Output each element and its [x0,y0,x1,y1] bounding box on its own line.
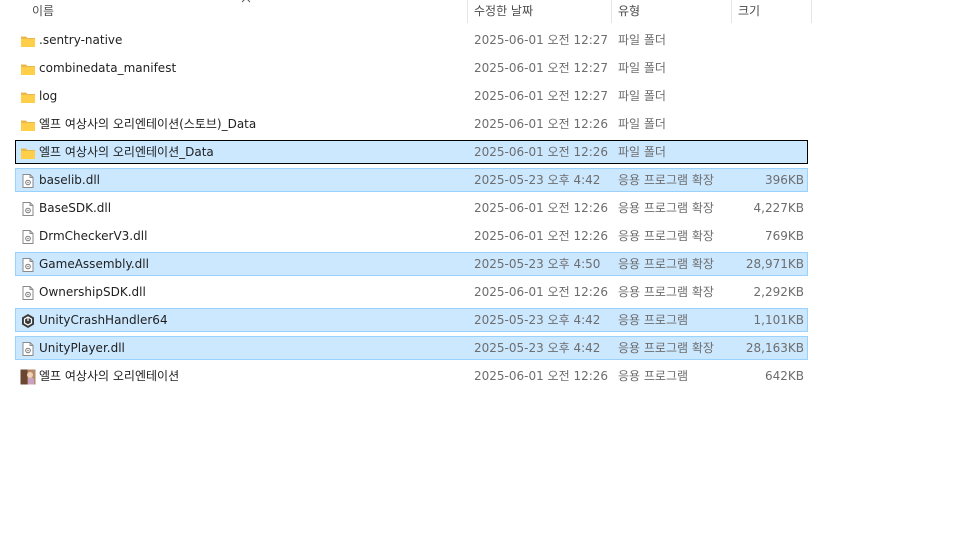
folder-icon [20,117,36,133]
file-size: 396KB [764,173,804,187]
file-name: OwnershipSDK.dll [39,285,146,299]
file-date-modified: 2025-05-23 오후 4:42 [474,173,601,187]
folder-icon [20,61,36,77]
folder-row[interactable]: combinedata_manifest 2025-06-01 오전 12:27 파… [15,56,808,80]
file-date-modified: 2025-06-01 오전 12:26 [474,117,609,131]
file-size: 28,163KB [745,341,804,355]
unity-app-icon [20,313,36,329]
column-header: 이름 수정한 날짜 유형 크기 [0,0,812,23]
file-size: 4,227KB [753,201,804,215]
folder-icon [20,89,36,105]
file-type: 파일 폴더 [618,117,666,131]
column-header-name[interactable]: 이름 [26,0,466,23]
file-row[interactable]: BaseSDK.dll 2025-06-01 오전 12:26 응용 프로그램 확장… [15,196,808,220]
folder-row[interactable]: .sentry-native 2025-06-01 오전 12:27 파일 폴더 [15,28,808,52]
folder-row[interactable]: log 2025-06-01 오전 12:27 파일 폴더 [15,84,808,108]
dll-icon [20,341,36,357]
file-type: 응용 프로그램 [618,369,689,383]
file-row[interactable]: UnityPlayer.dll 2025-05-23 오후 4:42 응용 프로그램… [15,336,808,360]
file-name: GameAssembly.dll [39,257,149,271]
file-date-modified: 2025-06-01 오전 12:26 [474,201,609,215]
file-type: 응용 프로그램 확장 [618,173,714,187]
file-type: 파일 폴더 [618,33,666,47]
file-size: 28,971KB [745,257,804,271]
file-date-modified: 2025-06-01 오전 12:26 [474,145,609,159]
dll-icon [20,201,36,217]
file-size: 2,292KB [753,285,804,299]
file-date-modified: 2025-05-23 오후 4:42 [474,341,601,355]
file-name: .sentry-native [39,33,123,47]
file-type: 응용 프로그램 확장 [618,341,714,355]
dll-icon [20,229,36,245]
file-date-modified: 2025-06-01 오전 12:26 [474,369,609,383]
file-date-modified: 2025-06-01 오전 12:27 [474,89,609,103]
file-name: 엘프 여상사의 오리엔테이션 [39,369,180,383]
file-size: 1,101KB [753,313,804,327]
file-type: 응용 프로그램 확장 [618,201,714,215]
folder-row[interactable]: 엘프 여상사의 오리엔테이션(스토브)_Data 2025-06-01 오전 12… [15,112,808,136]
file-date-modified: 2025-06-01 오전 12:27 [474,33,609,47]
file-name: log [39,89,58,103]
file-row[interactable]: OwnershipSDK.dll 2025-06-01 오전 12:26 응용 프로… [15,280,808,304]
file-row[interactable]: 엘프 여상사의 오리엔테이션 2025-06-01 오전 12:26 응용 프로그램… [15,364,808,388]
file-date-modified: 2025-06-01 오전 12:27 [474,61,609,75]
column-header-type[interactable]: 유형 [612,0,731,23]
file-size: 769KB [764,229,804,243]
folder-icon [20,33,36,49]
file-type: 응용 프로그램 [618,313,689,327]
file-name: 엘프 여상사의 오리엔테이션(스토브)_Data [39,117,257,131]
column-header-date[interactable]: 수정한 날짜 [468,0,611,23]
file-type: 파일 폴더 [618,61,666,75]
file-name: UnityPlayer.dll [39,341,125,355]
dll-icon [20,257,36,273]
folder-row[interactable]: 엘프 여상사의 오리엔테이션_Data 2025-06-01 오전 12:26 파일… [15,140,808,164]
file-date-modified: 2025-05-23 오후 4:42 [474,313,601,327]
file-row[interactable]: baselib.dll 2025-05-23 오후 4:42 응용 프로그램 확장 3… [15,168,808,192]
file-date-modified: 2025-06-01 오전 12:26 [474,285,609,299]
file-date-modified: 2025-06-01 오전 12:26 [474,229,609,243]
file-type: 파일 폴더 [618,89,666,103]
file-type: 응용 프로그램 확장 [618,285,714,299]
file-name: 엘프 여상사의 오리엔테이션_Data [39,145,214,159]
file-size: 642KB [764,369,804,383]
file-name: BaseSDK.dll [39,201,112,215]
dll-icon [20,285,36,301]
file-type: 응용 프로그램 확장 [618,257,714,271]
column-header-size[interactable]: 크기 [732,0,811,23]
file-name: UnityCrashHandler64 [39,313,168,327]
file-type: 파일 폴더 [618,145,666,159]
dll-icon [20,173,36,189]
column-divider[interactable] [811,0,812,23]
file-date-modified: 2025-05-23 오후 4:50 [474,257,601,271]
file-name: combinedata_manifest [39,61,177,75]
game-app-icon [20,369,36,385]
file-row[interactable]: UnityCrashHandler64 2025-05-23 오후 4:42 응용 … [15,308,808,332]
folder-icon [20,145,36,161]
file-row[interactable]: GameAssembly.dll 2025-05-23 오후 4:50 응용 프로그… [15,252,808,276]
file-row[interactable]: DrmCheckerV3.dll 2025-06-01 오전 12:26 응용 프로… [15,224,808,248]
file-type: 응용 프로그램 확장 [618,229,714,243]
file-name: baselib.dll [39,173,100,187]
file-name: DrmCheckerV3.dll [39,229,148,243]
